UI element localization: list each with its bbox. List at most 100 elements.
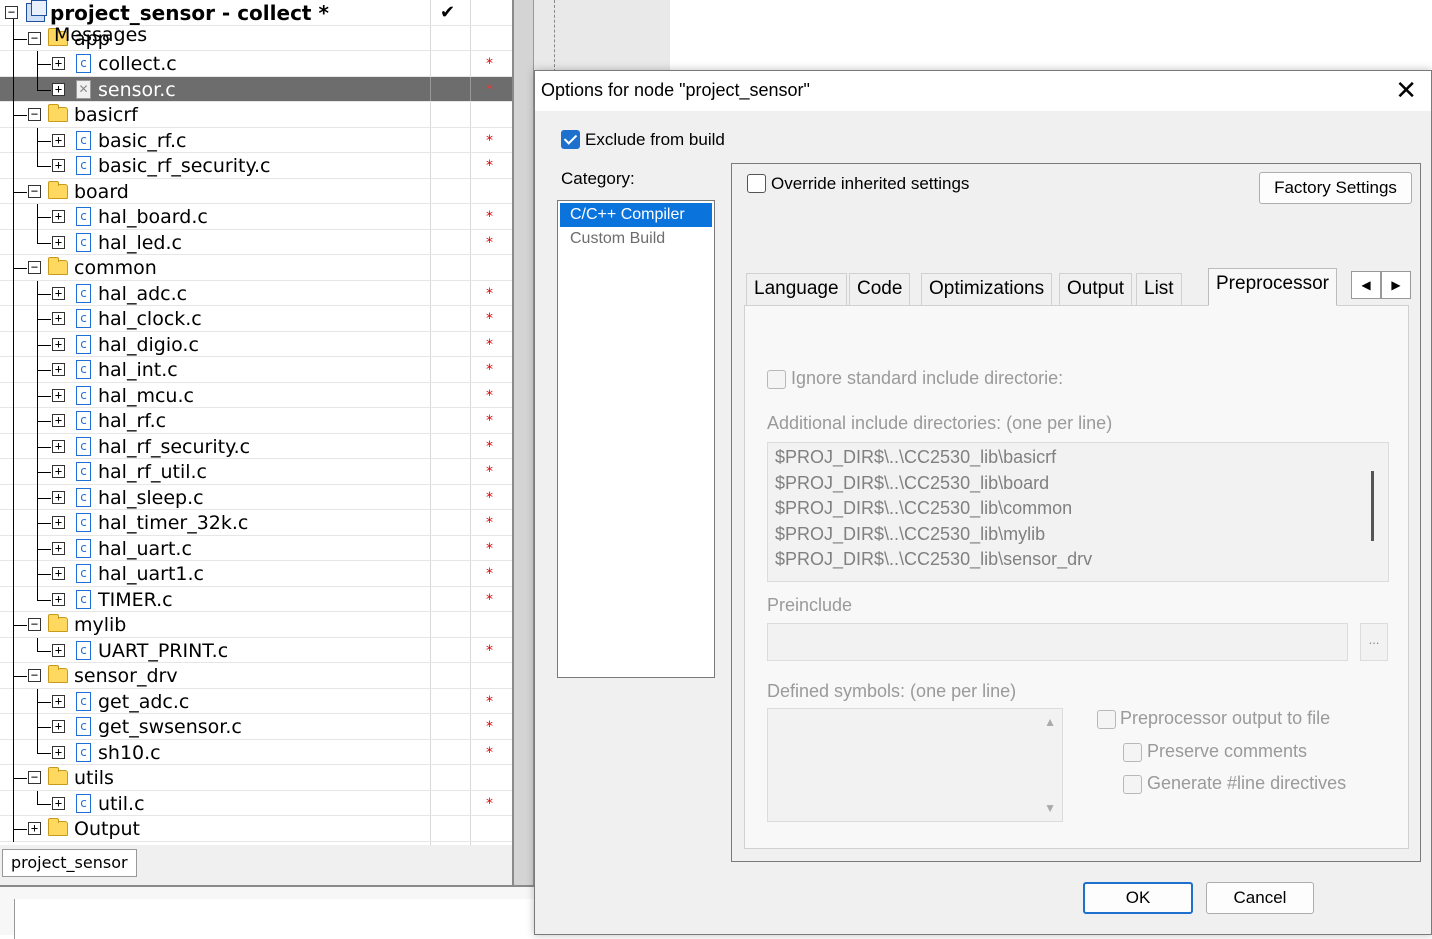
category-label: Category: <box>561 169 635 188</box>
tree-file[interactable]: + c hal_int.c * <box>0 357 512 383</box>
expand-icon[interactable]: + <box>52 439 65 453</box>
collapse-icon[interactable]: − <box>5 6 18 19</box>
tab-optimizations[interactable]: Optimizations <box>921 273 1053 305</box>
expand-icon[interactable]: + <box>52 567 65 580</box>
expand-icon[interactable]: + <box>52 541 65 555</box>
ignore-std-include-checkbox[interactable] <box>767 370 786 389</box>
tab-list[interactable]: List <box>1136 273 1182 305</box>
expand-icon[interactable]: + <box>52 286 65 300</box>
scroll-up-icon[interactable]: ▲ <box>1044 715 1056 729</box>
tree-file[interactable]: + c util.c * <box>0 790 512 817</box>
expand-icon[interactable]: + <box>52 337 65 351</box>
collapse-icon[interactable]: − <box>28 669 41 682</box>
expand-icon[interactable]: + <box>52 694 65 708</box>
expand-icon[interactable]: + <box>52 57 65 70</box>
tree-file[interactable]: + c hal_uart1.c * <box>0 561 512 587</box>
tree-file[interactable]: + c hal_digio.c * <box>0 331 512 358</box>
expand-icon[interactable]: + <box>52 363 65 376</box>
include-dirs-scrollbar[interactable] <box>1371 471 1374 541</box>
collapse-icon[interactable]: − <box>28 618 41 631</box>
expand-icon[interactable]: + <box>52 388 65 402</box>
tree-file[interactable]: + c hal_adc.c * <box>0 280 512 307</box>
tree-folder-sensor_drv[interactable]: − sensor_drv <box>0 663 512 689</box>
tree-file[interactable]: + c hal_uart.c * <box>0 535 512 562</box>
tree-folder-utils[interactable]: − utils <box>0 765 512 791</box>
tree-folder-common[interactable]: − common <box>0 255 512 281</box>
tree-file[interactable]: + c basic_rf.c * <box>0 127 512 154</box>
category-custom-build[interactable]: Custom Build <box>560 227 712 251</box>
collapse-icon[interactable]: − <box>28 31 41 45</box>
expand-icon[interactable]: + <box>52 490 65 504</box>
tab-output[interactable]: Output <box>1059 273 1133 305</box>
expand-icon[interactable]: + <box>52 210 65 223</box>
collapse-icon[interactable]: − <box>28 261 41 274</box>
tree-file[interactable]: + c hal_rf_security.c * <box>0 433 512 460</box>
tree-file[interactable]: + c TIMER.c * <box>0 586 512 613</box>
defined-symbols-textarea[interactable]: ▲ ▼ <box>767 708 1063 822</box>
tree-file[interactable]: + c hal_clock.c * <box>0 306 512 332</box>
include-dirs-textarea[interactable]: $PROJ_DIR$\..\CC2530_lib\basicrf $PROJ_DI… <box>767 442 1389 582</box>
collapse-icon[interactable]: − <box>28 771 41 784</box>
expand-icon[interactable]: + <box>52 465 65 478</box>
tab-code[interactable]: Code <box>849 273 911 305</box>
tree-file[interactable]: + c get_swsensor.c * <box>0 714 512 740</box>
tab-project-sensor[interactable]: project_sensor <box>2 849 137 877</box>
tree-item-label: UART_PRINT.c <box>98 639 229 662</box>
expand-icon[interactable]: + <box>52 414 65 427</box>
tree-file[interactable]: + c basic_rf_security.c * <box>0 153 512 179</box>
exclude-from-build-checkbox[interactable] <box>561 130 580 149</box>
modified-star-icon: * <box>486 591 493 608</box>
tree-file[interactable]: + c hal_rf.c * <box>0 408 512 434</box>
expand-icon[interactable]: + <box>52 159 65 172</box>
tree-folder-basicrf[interactable]: − basicrf <box>0 102 512 128</box>
expand-icon[interactable]: + <box>52 82 65 96</box>
include-dir-line: $PROJ_DIR$\..\CC2530_lib\board <box>775 472 1050 493</box>
preprocessor-output-checkbox[interactable] <box>1097 710 1116 729</box>
tree-folder-mylib[interactable]: − mylib <box>0 612 512 638</box>
tab-scroll-right-icon[interactable]: ▶ <box>1381 271 1411 299</box>
preserve-comments-checkbox[interactable] <box>1123 743 1142 762</box>
expand-icon[interactable]: + <box>52 312 65 325</box>
tree-folder-board[interactable]: − board <box>0 178 512 205</box>
tree-folder-output[interactable]: + Output <box>0 816 512 842</box>
tree-item-label: mylib <box>74 614 127 636</box>
tree-file[interactable]: + c hal_rf_util.c * <box>0 459 512 485</box>
tree-file[interactable]: + c hal_sleep.c * <box>0 484 512 511</box>
cancel-button[interactable]: Cancel <box>1206 882 1314 914</box>
expand-icon[interactable]: + <box>52 592 65 606</box>
expand-icon[interactable]: + <box>28 822 41 835</box>
preinclude-browse-button[interactable]: ... <box>1360 623 1388 661</box>
tree-file[interactable]: + c collect.c * <box>0 51 512 77</box>
ok-button[interactable]: OK <box>1083 882 1193 914</box>
close-icon[interactable]: ✕ <box>1395 75 1417 105</box>
category-cpp-compiler[interactable]: C/C++ Compiler <box>560 203 712 227</box>
collapse-icon[interactable]: − <box>28 184 41 198</box>
collapse-icon[interactable]: − <box>28 108 41 121</box>
tree-root-project[interactable]: − project_sensor - collect * ✔ <box>0 0 512 26</box>
expand-icon[interactable]: + <box>52 516 65 529</box>
panel-splitter[interactable] <box>514 0 534 895</box>
tree-file[interactable]: + c get_adc.c * <box>0 688 512 715</box>
expand-icon[interactable]: + <box>52 643 65 657</box>
tree-file[interactable]: + c hal_timer_32k.c * <box>0 510 512 536</box>
tree-file[interactable]: + c sh10.c * <box>0 739 512 766</box>
generate-line-checkbox[interactable] <box>1123 775 1142 794</box>
column-divider <box>430 484 431 509</box>
tab-scroll-left-icon[interactable]: ◀ <box>1351 271 1381 299</box>
expand-icon[interactable]: + <box>52 235 65 249</box>
expand-icon[interactable]: + <box>52 133 65 147</box>
override-inherited-checkbox[interactable] <box>747 174 766 193</box>
expand-icon[interactable]: + <box>52 745 65 759</box>
preinclude-input[interactable] <box>767 623 1348 661</box>
expand-icon[interactable]: + <box>52 720 65 733</box>
tree-file[interactable]: + c hal_led.c * <box>0 229 512 256</box>
factory-settings-button[interactable]: Factory Settings <box>1259 172 1412 204</box>
tree-file[interactable]: + c hal_mcu.c * <box>0 382 512 409</box>
tree-file[interactable]: + c UART_PRINT.c * <box>0 637 512 664</box>
tab-preprocessor[interactable]: Preprocessor <box>1208 268 1337 306</box>
expand-icon[interactable]: + <box>52 796 65 810</box>
tab-language[interactable]: Language <box>746 273 847 305</box>
tree-file[interactable]: + ✕ sensor.c * <box>0 76 512 103</box>
scroll-down-icon[interactable]: ▼ <box>1044 801 1056 815</box>
tree-file[interactable]: + c hal_board.c * <box>0 204 512 230</box>
